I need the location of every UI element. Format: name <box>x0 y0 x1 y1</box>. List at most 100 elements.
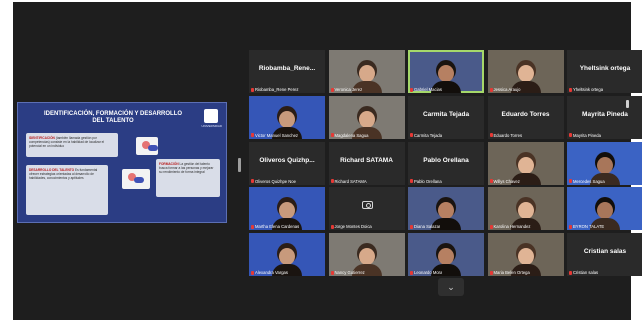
participant-tile[interactable]: Mayrita Pineda Mayrita Pineda <box>567 95 642 139</box>
participant-name-label: Oliveros Quizhpe Noe <box>251 179 296 184</box>
participant-display-name: Carmita Tejada <box>422 110 470 118</box>
participant-name-label: Pablo Orellana <box>410 179 442 184</box>
participant-tile[interactable]: Pablo Orellana Pablo Orellana <box>408 141 484 185</box>
muted-mic-icon <box>489 224 493 229</box>
participant-tile[interactable]: Richard SATAMA Richard SATAMA <box>328 141 405 185</box>
participant-tile[interactable]: Yheltsink ortega Yheltsink ortega <box>567 50 642 93</box>
chevron-down-icon: ⌄ <box>447 282 455 292</box>
participant-display-name: Riobamba_Rene... <box>258 65 316 72</box>
participant-tile[interactable]: Magdalena Sagua <box>328 95 405 139</box>
muted-mic-icon <box>489 179 493 184</box>
participant-name: Carmita Tejada <box>414 132 443 138</box>
participant-tile[interactable]: Eduardo Torres Eduardo Torres <box>487 95 564 139</box>
video-meeting-window: IDENTIFICACIÓN, FORMACIÓN Y DESARROLLO D… <box>13 2 642 320</box>
participant-name-label: Nancy Gutierrez <box>330 270 365 276</box>
participant-name: Magdalena Sagua <box>334 132 369 138</box>
participant-display-name: Yheltsink ortega <box>579 65 631 72</box>
participant-tile[interactable]: Oliveros Quizhp... Oliveros Quizhpe Noe <box>249 141 325 185</box>
muted-mic-icon <box>410 179 413 184</box>
participant-tile[interactable]: Willys Chavez <box>487 141 564 185</box>
muted-mic-icon <box>569 270 572 275</box>
participant-name: Mercedes Sagua <box>573 178 605 184</box>
participant-display-name: Oliveros Quizhp... <box>259 156 315 164</box>
participant-tile[interactable]: Jessica Araujo <box>487 50 564 93</box>
participant-tile[interactable]: Gabriel Macias <box>408 50 484 93</box>
participant-tile[interactable]: Carmita Tejada Carmita Tejada <box>408 95 484 139</box>
participant-name-label: Jorge Montes Doica <box>330 224 372 229</box>
participant-name: Pablo Orellana <box>414 178 442 184</box>
participant-name: Maria Belen Ortega <box>493 270 530 276</box>
participant-tile[interactable]: Cristian salas Cristian salas <box>567 233 642 277</box>
participant-tile[interactable]: BYRON TALATE <box>567 187 642 231</box>
participant-name: Diana Salazar <box>414 224 441 230</box>
slide-title: IDENTIFICACIÓN, FORMACIÓN Y DESARROLLO D… <box>43 111 183 124</box>
next-page-button[interactable]: ⌄ <box>438 278 464 296</box>
shared-screen-slide[interactable]: IDENTIFICACIÓN, FORMACIÓN Y DESARROLLO D… <box>17 102 227 223</box>
participant-name: Richard SATAMA <box>334 178 367 184</box>
participant-name-label: Riobamba_Rene Perez <box>251 87 299 92</box>
participant-name-label: Mercedes Sagua <box>569 179 605 184</box>
participant-tile[interactable]: Martha Elena Cardenas <box>249 187 325 231</box>
participant-name-label: Maria Belen Ortega <box>489 270 530 276</box>
slide-illustration-1 <box>136 137 158 155</box>
participant-tile[interactable]: Nancy Gutierrez <box>328 233 405 277</box>
participant-display-name: Cristian salas <box>583 248 627 256</box>
muted-mic-icon <box>410 87 413 92</box>
participant-name-label: Richard SATAMA <box>330 178 367 184</box>
participant-name-label: Martha Elena Cardenas <box>251 224 299 229</box>
muted-mic-icon <box>251 224 254 229</box>
muted-mic-icon <box>330 224 334 229</box>
muted-mic-icon <box>330 179 334 184</box>
participant-name: BYRON TALATE <box>573 224 605 230</box>
participant-tile[interactable]: Alexandra Vargas <box>249 233 325 277</box>
participant-name: Gabriel Macias <box>414 87 442 92</box>
muted-mic-icon <box>330 133 334 138</box>
participant-name: Willys Chavez <box>493 178 520 184</box>
participant-name: Victor Manuel Sanchez <box>255 132 298 138</box>
participant-tile[interactable]: Victor Manuel Sanchez <box>249 95 325 139</box>
slide-box-identificacion: IDENTIFICACIÓN (también llamada gestión … <box>26 133 118 157</box>
slide-box-desarrollo: DESARROLLO DEL TALENTO Es fundamental of… <box>26 165 108 215</box>
participant-name: Oliveros Quizhpe Noe <box>255 178 296 184</box>
participant-name-label: Yheltsink ortega <box>569 87 603 92</box>
muted-mic-icon <box>410 224 413 229</box>
participant-name-label: Cristian salas <box>569 270 598 275</box>
participant-name-label: Alexandra Vargas <box>251 270 288 275</box>
participant-name: Nancy Gutierrez <box>334 270 365 276</box>
participant-name: Mayrita Pineda <box>573 132 601 138</box>
participant-name: Cristian salas <box>573 270 599 276</box>
participant-tile[interactable]: Diana Salazar <box>408 187 484 231</box>
muted-mic-icon <box>569 133 572 138</box>
muted-mic-icon <box>569 87 572 92</box>
muted-mic-icon <box>251 270 254 275</box>
camera-off-icon <box>361 201 373 210</box>
university-logo <box>204 109 218 123</box>
muted-mic-icon <box>330 270 334 275</box>
muted-mic-icon <box>251 87 254 92</box>
participant-tile[interactable]: Leonardo Mora <box>408 233 484 277</box>
participant-display-name: Mayrita Pineda <box>582 110 628 118</box>
participant-tile[interactable]: Jorge Montes Doica <box>328 187 405 231</box>
split-view-handle[interactable] <box>238 158 241 172</box>
participant-name: Karolina Hernandez <box>493 224 531 230</box>
participant-name: Leonardo Mora <box>414 270 443 276</box>
muted-mic-icon <box>489 133 493 138</box>
participant-name-label: BYRON TALATE <box>569 224 604 229</box>
participant-display-name: Richard SATAMA <box>340 156 393 164</box>
muted-mic-icon <box>489 270 493 275</box>
participant-name-label: Jessica Araujo <box>489 87 521 92</box>
participant-name: Alexandra Vargas <box>255 270 288 276</box>
participant-tile[interactable]: Karolina Hernandez <box>487 187 564 231</box>
participant-tile[interactable]: Veronica Jerez <box>328 50 405 93</box>
muted-mic-icon <box>410 133 413 138</box>
muted-mic-icon <box>330 87 334 92</box>
muted-mic-icon <box>410 270 413 275</box>
gallery-scrollbar[interactable] <box>626 100 629 108</box>
participant-tile[interactable]: Maria Belen Ortega <box>487 233 564 277</box>
muted-mic-icon <box>251 133 254 138</box>
participant-name-label: Victor Manuel Sanchez <box>251 133 298 138</box>
muted-mic-icon <box>251 179 254 184</box>
participant-tile[interactable]: Riobamba_Rene... Riobamba_Rene Perez <box>249 50 325 93</box>
participant-display-name: Pablo Orellana <box>423 156 469 164</box>
participant-tile[interactable]: Mercedes Sagua <box>567 141 642 185</box>
